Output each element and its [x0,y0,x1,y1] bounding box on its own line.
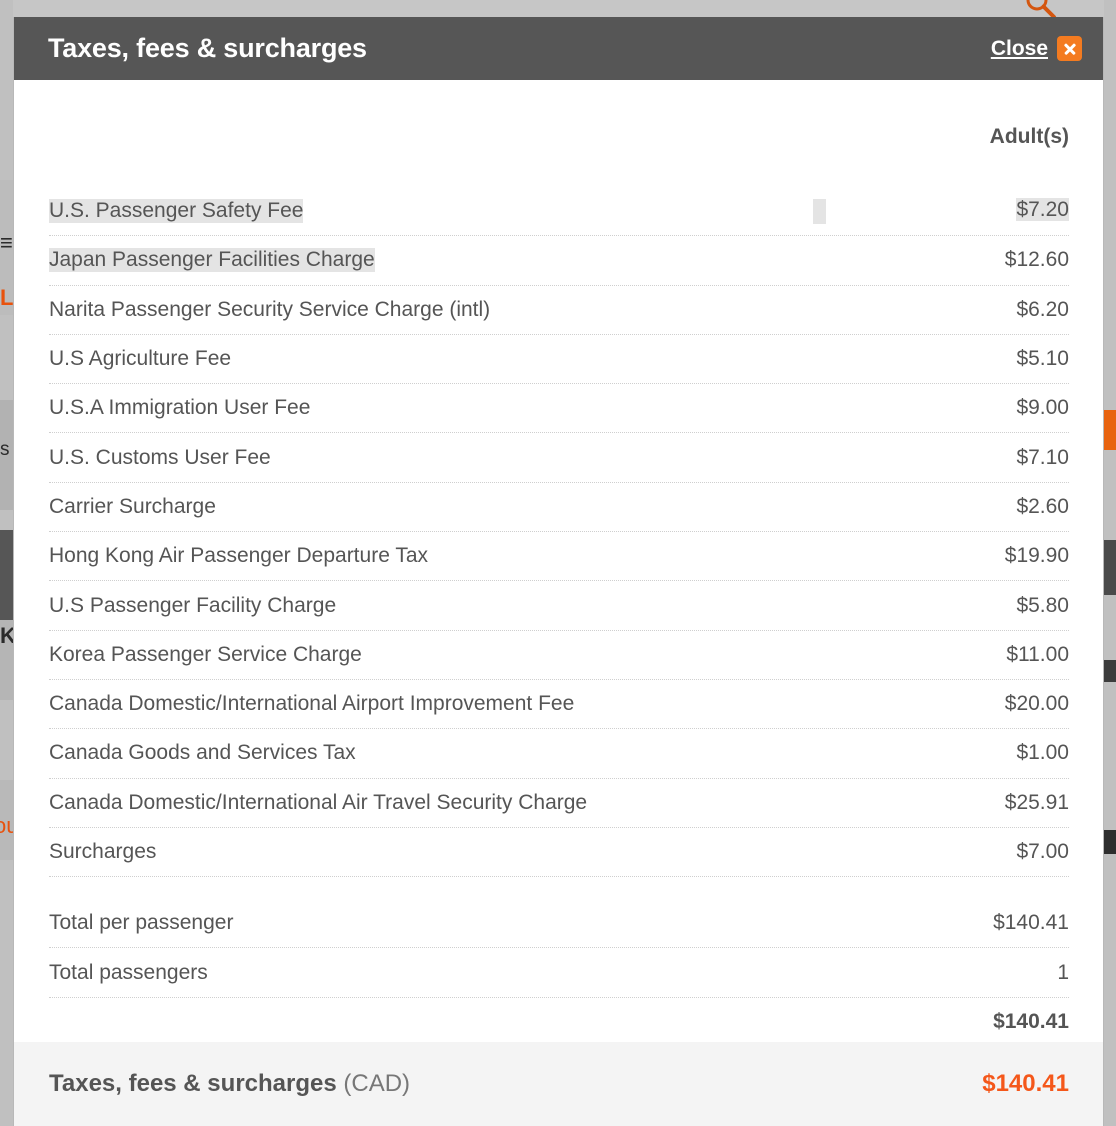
backdrop-right-fragment [1104,830,1116,854]
selection-gap-highlight [813,199,827,225]
fee-value: $5.80 [1016,593,1069,617]
fee-label: Narita Passenger Security Service Charge… [49,297,491,321]
total-per-passenger-row: Total per passenger $140.41 [49,899,1069,949]
table-row: U.S. Customs User Fee $7.10 [49,433,1069,483]
fee-value: $19.90 [1004,544,1069,568]
fee-value: $7.00 [1016,840,1069,863]
fee-value-wrap: $20.00 [1005,692,1069,716]
backdrop-text-fragment: s [0,440,10,459]
backdrop-right-fragment [1104,410,1116,450]
modal-header: Taxes, fees & surcharges Close [14,17,1103,80]
table-row: U.S Agriculture Fee $5.10 [49,335,1069,385]
fee-label: Carrier Surcharge [49,494,216,518]
fee-value: $1.00 [1016,741,1069,765]
fee-value-wrap: $19.90 [1005,544,1069,568]
backdrop-text-fragment: ≡ [0,232,13,254]
fee-value-wrap: $6.20 [1016,298,1069,322]
total-passengers-row: Total passengers 1 [49,948,1069,998]
fee-value-wrap: $1.00 [1016,741,1069,765]
fee-value: $5.10 [1016,347,1069,371]
fee-value: $2.60 [1016,494,1069,518]
table-row: Narita Passenger Security Service Charge… [49,286,1069,335]
table-row: Canada Domestic/International Air Travel… [49,779,1069,828]
footer-label: Taxes, fees & surcharges (CAD) [49,1070,410,1098]
column-header-row: Adult(s) [49,80,1069,187]
fee-value-wrap: $5.10 [1016,347,1069,371]
total-per-passenger-value: $140.41 [993,911,1069,935]
fee-label: Korea Passenger Service Charge [49,642,362,666]
column-header-adults: Adult(s) [989,125,1069,148]
fee-value-wrap: $5.80 [1016,594,1069,618]
close-icon[interactable] [1057,36,1082,61]
grand-total-row: $140.41 [49,998,1069,1042]
table-spacer [49,877,1069,899]
table-row: Canada Domestic/International Airport Im… [49,680,1069,730]
fee-value: $20.00 [1004,692,1069,716]
table-row: U.S Passenger Facility Charge $5.80 [49,581,1069,631]
table-row: Carrier Surcharge $2.60 [49,483,1069,533]
total-passengers-value: 1 [1057,960,1069,984]
table-row: Korea Passenger Service Charge $11.00 [49,631,1069,680]
total-per-passenger-label: Total per passenger [49,911,234,935]
fee-value: $6.20 [1016,297,1069,321]
fee-label: U.S Passenger Facility Charge [49,593,337,617]
taxes-fees-modal: Taxes, fees & surcharges Close Adult(s) … [13,17,1104,1126]
close-button[interactable]: Close [991,36,1082,61]
fee-value-wrap: $7.00 [1016,840,1069,864]
table-row: Canada Goods and Services Tax $1.00 [49,729,1069,779]
fee-label: U.S. Customs User Fee [49,445,271,469]
fee-value: $7.10 [1016,445,1069,469]
backdrop-text-fragment: L [0,287,14,309]
fee-value-wrap: $7.10 [1016,446,1069,470]
modal-footer: Taxes, fees & surcharges (CAD) $140.41 [14,1042,1103,1126]
backdrop-top-strip [13,0,1116,17]
fee-value: $11.00 [1006,642,1069,666]
fee-label: Hong Kong Air Passenger Departure Tax [49,544,429,568]
fee-value: $9.00 [1016,396,1069,420]
backdrop-right-fragment [1104,540,1116,595]
fee-value: $12.60 [1004,248,1069,272]
modal-body: Adult(s) U.S. Passenger Safety Fee $7.20 J… [14,80,1103,1042]
backdrop-right-fragment [1104,660,1116,682]
fee-value-wrap: $12.60 [1005,248,1069,272]
fee-label: U.S Agriculture Fee [49,347,232,371]
fee-value: $7.20 [1016,198,1069,222]
fee-label: U.S.A Immigration User Fee [49,396,311,420]
close-button-label[interactable]: Close [991,37,1048,61]
footer-total-value: $140.41 [982,1070,1069,1097]
fee-value-wrap: $2.60 [1016,495,1069,519]
grand-total-value: $140.41 [993,1009,1069,1033]
fee-label: Canada Domestic/International Airport Im… [49,692,575,716]
total-passengers-label: Total passengers [49,960,208,984]
backdrop-left-dark-block [0,530,13,620]
fee-value-wrap: $11.00 [1006,643,1069,667]
fee-label: Canada Domestic/International Air Travel… [49,790,588,814]
fee-value-wrap: $25.91 [1005,791,1069,815]
table-row: U.S.A Immigration User Fee $9.00 [49,384,1069,434]
table-row: U.S. Passenger Safety Fee $7.20 [49,187,1069,237]
fee-table: U.S. Passenger Safety Fee $7.20 Japan Pass… [49,187,1069,878]
fee-label: Canada Goods and Services Tax [49,741,356,765]
modal-title: Taxes, fees & surcharges [48,33,367,63]
footer-label-currency: (CAD) [343,1070,411,1097]
footer-label-strong: Taxes, fees & surcharges [49,1070,337,1097]
fee-label: Japan Passenger Facilities Charge [49,248,375,273]
table-row: Surcharges $7.00 [49,828,1069,878]
fee-value-wrap: $7.20 [813,198,1069,225]
fee-label: Surcharges [49,840,157,863]
table-row: Japan Passenger Facilities Charge $12.60 [49,236,1069,286]
fee-value-wrap: $9.00 [1016,396,1069,420]
fee-value: $25.91 [1004,790,1069,814]
fee-label: U.S. Passenger Safety Fee [49,199,304,224]
table-row: Hong Kong Air Passenger Departure Tax $19… [49,532,1069,582]
